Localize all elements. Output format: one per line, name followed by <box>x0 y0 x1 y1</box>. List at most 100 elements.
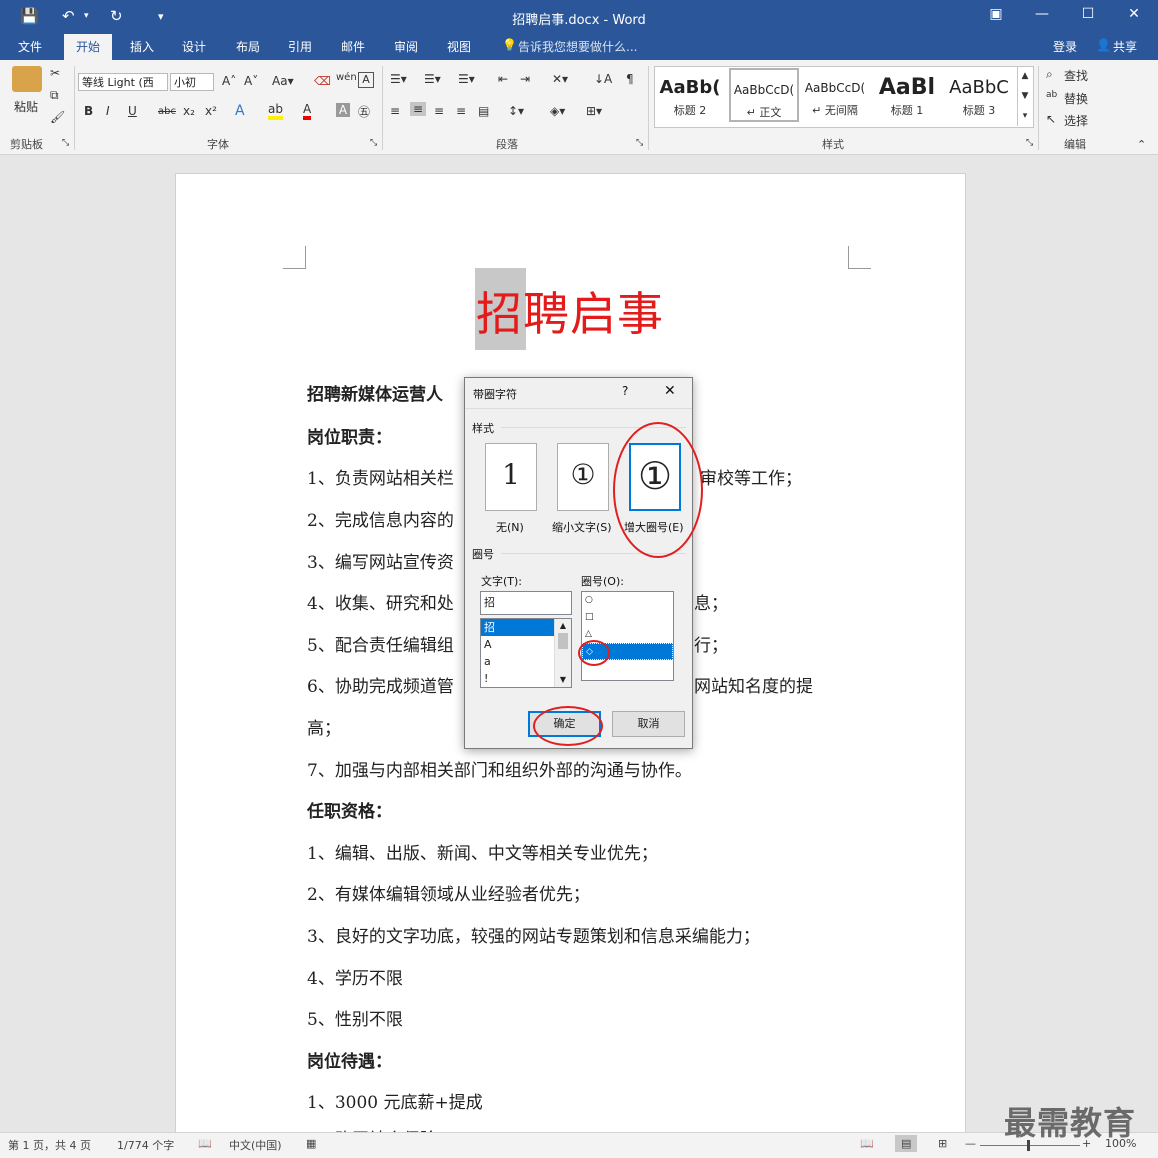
style-heading1[interactable]: AaBl 标题 1 <box>872 68 942 122</box>
underline-icon[interactable]: U <box>128 104 137 118</box>
clipboard-launcher-icon[interactable]: ⤡ <box>62 138 69 148</box>
character-shading-icon[interactable]: A <box>336 103 350 117</box>
align-left-icon[interactable]: ≡ <box>390 104 400 118</box>
highlight-icon[interactable]: ab <box>268 102 283 120</box>
style-heading3[interactable]: AaBbC 标题 3 <box>944 68 1014 122</box>
line-spacing-icon[interactable]: ↕▾ <box>508 104 524 118</box>
tab-mailings[interactable]: 邮件 <box>341 38 365 55</box>
tab-layout[interactable]: 布局 <box>236 38 260 55</box>
web-layout-icon[interactable]: ⊞ <box>938 1137 947 1150</box>
dialog-close-icon[interactable]: ✕ <box>664 383 676 399</box>
change-case-icon[interactable]: Aa▾ <box>272 74 294 88</box>
share-icon[interactable]: 👤 <box>1096 38 1111 52</box>
style-shrink-text-option[interactable]: ① <box>557 443 609 511</box>
minimize-button[interactable]: — <box>1032 6 1052 22</box>
bold-icon[interactable]: B <box>84 104 93 118</box>
text-list[interactable]: 招 A a ! ▲ ▼ <box>480 618 572 688</box>
align-right-icon[interactable]: ≡ <box>434 104 444 118</box>
distributed-icon[interactable]: ▤ <box>478 104 489 118</box>
scroll-up-icon[interactable]: ▲ <box>555 619 571 633</box>
sort-icon[interactable]: ↓A <box>594 72 612 86</box>
numbering-icon[interactable]: ☰▾ <box>424 72 441 86</box>
show-marks-icon[interactable]: ¶ <box>626 72 634 86</box>
character-border-icon[interactable]: A <box>358 72 374 88</box>
scroll-thumb[interactable] <box>558 633 568 649</box>
style-heading2[interactable]: AaBb( 标题 2 <box>655 68 725 122</box>
collapse-ribbon-icon[interactable]: ⌃ <box>1137 138 1146 151</box>
style-shrink-text-label[interactable]: 缩小文字(S) <box>552 519 612 535</box>
font-name-combo[interactable]: 等线 Light (西 <box>78 73 168 91</box>
style-normal[interactable]: AaBbCcD( ↵ 正文 <box>729 68 799 122</box>
decrease-indent-icon[interactable]: ⇤ <box>498 72 508 86</box>
print-layout-icon[interactable]: ▤ <box>895 1135 918 1152</box>
subscript-icon[interactable]: x₂ <box>183 104 195 118</box>
tab-home[interactable]: 开始 <box>64 34 113 60</box>
zoom-slider[interactable] <box>980 1145 1080 1146</box>
login-link[interactable]: 登录 <box>1053 38 1077 55</box>
maximize-button[interactable]: ☐ <box>1078 6 1098 22</box>
borders-icon[interactable]: ⊞▾ <box>586 104 602 118</box>
select-button[interactable]: 选择 <box>1064 112 1088 129</box>
proofing-icon[interactable]: 📖 <box>198 1137 212 1150</box>
font-launcher-icon[interactable]: ⤡ <box>370 138 377 148</box>
document-title[interactable]: 招聘启事 <box>476 278 664 344</box>
text-effects-icon[interactable]: A <box>235 103 245 119</box>
italic-icon[interactable]: I <box>106 104 110 118</box>
increase-indent-icon[interactable]: ⇥ <box>520 72 530 86</box>
style-no-spacing[interactable]: AaBbCcD( ↵ 无间隔 <box>800 68 870 122</box>
text-input[interactable]: 招 <box>480 591 572 615</box>
find-button[interactable]: 查找 <box>1064 67 1088 84</box>
font-size-combo[interactable]: 小初 <box>170 73 214 91</box>
paste-icon[interactable] <box>12 66 42 92</box>
paste-button[interactable]: 粘贴 <box>14 98 38 115</box>
replace-icon[interactable]: ab <box>1046 90 1057 100</box>
select-icon[interactable]: ↖ <box>1046 112 1056 126</box>
grow-font-icon[interactable]: A˄ <box>222 74 236 88</box>
tab-view[interactable]: 视图 <box>447 38 471 55</box>
macro-icon[interactable]: ▦ <box>306 1137 316 1150</box>
paragraph-launcher-icon[interactable]: ⤡ <box>636 138 643 148</box>
zoom-out-icon[interactable]: — <box>965 1137 976 1150</box>
shrink-font-icon[interactable]: A˅ <box>244 74 258 88</box>
copy-icon[interactable]: ⧉ <box>50 88 59 103</box>
phonetic-guide-icon[interactable]: wén <box>336 72 357 83</box>
word-count[interactable]: 1/774 个字 <box>117 1137 174 1153</box>
text-list-scrollbar[interactable]: ▲ ▼ <box>554 619 571 687</box>
find-icon[interactable]: ⌕ <box>1046 67 1053 82</box>
style-none-option[interactable]: 1 <box>485 443 537 511</box>
shading-icon[interactable]: ◈▾ <box>550 104 565 118</box>
superscript-icon[interactable]: x² <box>205 104 217 118</box>
ring-list-item[interactable]: □ <box>582 609 673 626</box>
read-mode-icon[interactable]: 📖 <box>860 1137 874 1150</box>
style-none-label[interactable]: 无(N) <box>496 519 524 535</box>
align-center-icon[interactable]: ≡ <box>410 102 427 116</box>
replace-button[interactable]: 替换 <box>1064 90 1088 107</box>
styles-launcher-icon[interactable]: ⤡ <box>1026 138 1033 148</box>
help-button[interactable]: ? <box>622 384 628 398</box>
page-count[interactable]: 第 1 页，共 4 页 <box>8 1137 91 1153</box>
tab-references[interactable]: 引用 <box>288 38 312 55</box>
chinese-layout-icon[interactable]: ✕▾ <box>552 72 568 86</box>
enclose-characters-icon[interactable]: ㊄ <box>358 103 370 120</box>
tab-insert[interactable]: 插入 <box>130 38 154 55</box>
bullets-icon[interactable]: ☰▾ <box>390 72 407 86</box>
strikethrough-icon[interactable]: abc <box>158 106 176 117</box>
cut-icon[interactable]: ✂ <box>50 66 60 80</box>
cancel-button[interactable]: 取消 <box>612 711 685 737</box>
share-button[interactable]: 共享 <box>1113 38 1137 55</box>
ribbon-display-icon[interactable]: ▣ <box>986 6 1006 22</box>
format-painter-icon[interactable]: 🖌 <box>50 110 65 124</box>
tab-file[interactable]: 文件 <box>18 38 42 55</box>
styles-scroll[interactable]: ▲ ▼ ▾ <box>1017 66 1032 126</box>
ring-list[interactable]: ○ □ △ ◇ <box>581 591 674 681</box>
tell-me-box[interactable]: 告诉我您想要做什么... <box>518 38 637 55</box>
tab-review[interactable]: 审阅 <box>394 38 418 55</box>
title-first-char[interactable]: 招 <box>476 287 523 341</box>
justify-icon[interactable]: ≡ <box>456 104 466 118</box>
language-indicator[interactable]: 中文(中国) <box>229 1137 282 1153</box>
tab-design[interactable]: 设计 <box>182 38 206 55</box>
multilevel-list-icon[interactable]: ☰▾ <box>458 72 475 86</box>
close-button[interactable]: ✕ <box>1124 6 1144 22</box>
clear-format-icon[interactable]: ⌫ <box>314 74 331 88</box>
font-color-icon[interactable]: A <box>303 102 312 120</box>
